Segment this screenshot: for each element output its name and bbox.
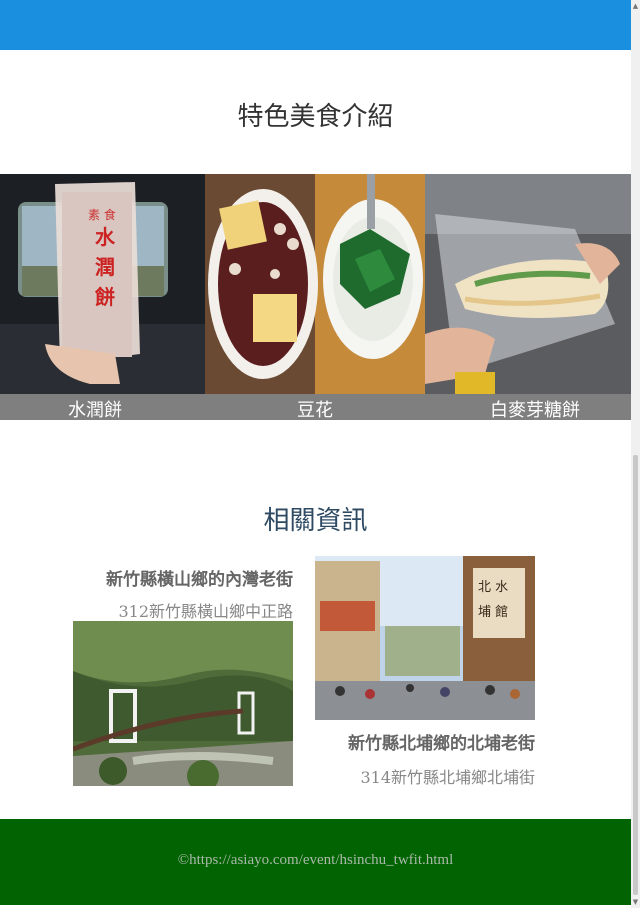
top-nav-bar: [0, 0, 631, 50]
info-image-neiwan[interactable]: [73, 621, 293, 786]
food-gallery: 素 食 水 潤 餅 水潤餅 豆花 白麥芽糖餅: [0, 174, 631, 421]
food-image-bai-mai-ya-tang-bing[interactable]: [425, 174, 631, 394]
food-image-dou-hua[interactable]: [205, 174, 425, 394]
svg-text:潤: 潤: [95, 255, 115, 279]
scrollbar-thumb[interactable]: [633, 455, 638, 895]
scroll-down-icon[interactable]: ▼: [632, 898, 639, 906]
info-item-address: 314新竹縣北埔鄉北埔街: [360, 768, 535, 787]
info-image-beipu[interactable]: 北 水 埔 館: [315, 556, 535, 720]
svg-text:埔 館: 埔 館: [478, 605, 508, 620]
food-label: 豆花: [297, 400, 333, 421]
food-label: 水潤餅: [68, 400, 122, 421]
info-item-address: 312新竹縣橫山鄉中正路: [118, 602, 293, 621]
scroll-up-icon[interactable]: ▲: [632, 2, 639, 10]
info-item-title[interactable]: 新竹縣橫山鄉的內灣老街: [40, 565, 293, 590]
food-section-title: 特色美食介紹: [237, 102, 394, 132]
info-item-title[interactable]: 新竹縣北埔鄉的北埔老街: [282, 729, 535, 754]
vertical-scrollbar[interactable]: ▲ ▼: [631, 0, 640, 908]
footer: ©https://asiayo.com/event/hsinchu_twfit.…: [0, 819, 631, 905]
svg-text:北 水: 北 水: [478, 580, 508, 595]
svg-text:素 食: 素 食: [88, 207, 116, 222]
footer-source-link[interactable]: ©https://asiayo.com/event/hsinchu_twfit.…: [0, 852, 631, 869]
food-label: 白麥芽糖餅: [490, 400, 580, 421]
info-section-title: 相關資訊: [263, 506, 368, 536]
svg-text:水: 水: [95, 225, 116, 249]
food-image-shui-run-bing[interactable]: 素 食 水 潤 餅: [0, 174, 205, 394]
svg-text:餅: 餅: [95, 285, 115, 309]
